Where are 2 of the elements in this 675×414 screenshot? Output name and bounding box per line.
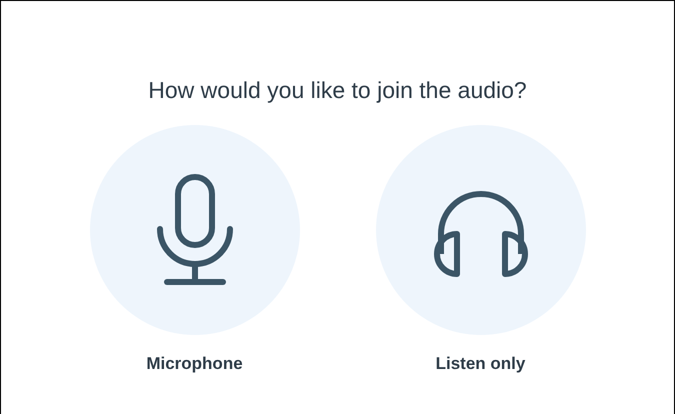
- microphone-icon: [154, 174, 234, 286]
- dialog-title: How would you like to join the audio?: [148, 76, 527, 105]
